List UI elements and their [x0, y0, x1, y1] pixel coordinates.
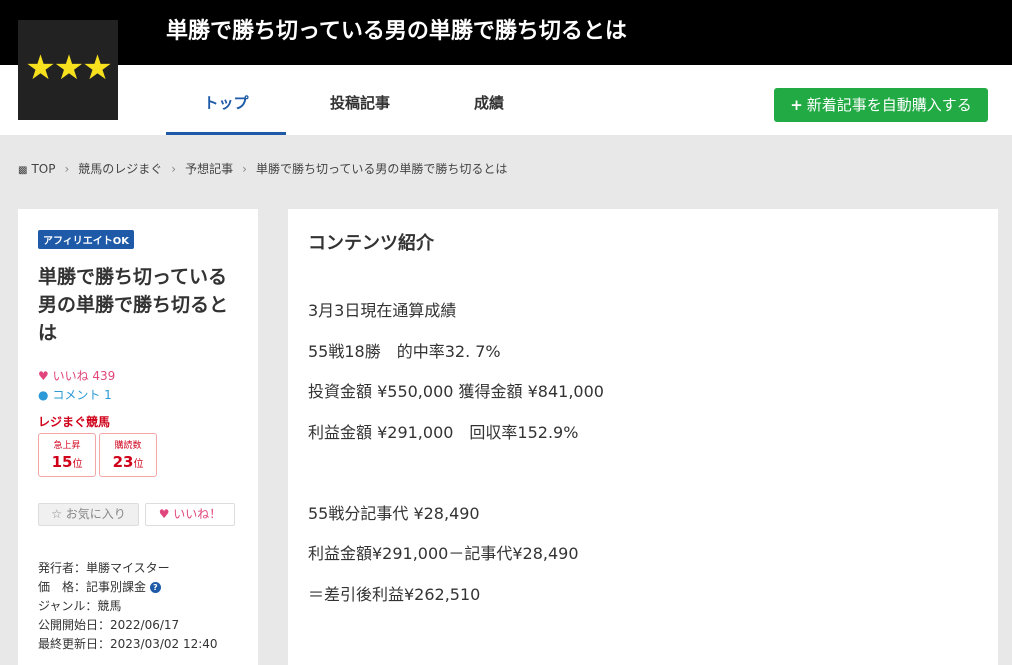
content-heading: コンテンツ紹介	[308, 233, 434, 254]
content-line: 利益金額 ¥291,000 回収率152.9%	[308, 422, 579, 442]
favorite-button[interactable]: ☆ お気に入り	[38, 503, 139, 526]
comments-count[interactable]: ● コメント 1	[38, 386, 238, 405]
affiliate-badge: アフィリエイトOK	[38, 230, 135, 249]
content-panel: コンテンツ紹介 3月3日現在通算成績 55戦18勝 的中率32. 7% 投資金額…	[288, 209, 998, 665]
comment-icon: ●	[38, 388, 49, 402]
rank-value: 23位	[112, 453, 144, 471]
star-logo-icon: ★★★	[25, 48, 112, 88]
rank-rising[interactable]: 急上昇 15位	[38, 433, 96, 477]
action-buttons: ☆ お気に入り ♥ いいね！	[38, 503, 238, 527]
like-button[interactable]: ♥ いいね！	[145, 503, 235, 526]
breadcrumb-separator: ›	[171, 162, 177, 176]
rank-boxes: 急上昇 15位 購読数 23位	[38, 433, 238, 479]
breadcrumb-separator: ›	[242, 162, 247, 176]
star-outline-icon: ☆	[51, 507, 62, 521]
content-blank-line	[308, 463, 978, 504]
meta-publisher: 発行者：単勝マイスター	[38, 561, 170, 575]
auto-purchase-button[interactable]: + 新着記事を自動購入する	[774, 88, 988, 122]
breadcrumb-separator: ›	[64, 162, 70, 176]
top-header-bar: 単勝で勝ち切っている男の単勝で勝ち切るとは	[0, 0, 1012, 65]
site-title[interactable]: 単勝で勝ち切っている男の単勝で勝ち切るとは	[166, 17, 627, 47]
tab-results[interactable]: 成績	[429, 65, 549, 135]
auto-purchase-label: 新着記事を自動購入する	[806, 96, 972, 114]
breadcrumb-articles[interactable]: 予想記事	[185, 160, 233, 178]
category-label: レジまぐ競馬	[38, 415, 111, 429]
heart-icon: ♥	[38, 369, 49, 383]
content-body: 3月3日現在通算成績 55戦18勝 的中率32. 7% 投資金額 ¥550,00…	[308, 301, 978, 625]
rank-subscribers[interactable]: 購読数 23位	[99, 433, 157, 477]
magazine-title: 単勝で勝ち切っている男の単勝で勝ち切るとは	[38, 266, 229, 344]
content-line: 55戦分記事代 ¥28,490	[308, 503, 480, 523]
content-line: 3月3日現在通算成績	[308, 301, 457, 320]
meta-updated: 最終更新日：2023/03/02 12:40	[38, 637, 218, 651]
heart-icon: ♥	[158, 507, 170, 521]
nav-bar: トップ 投稿記事 成績 + 新着記事を自動購入する	[0, 65, 1012, 135]
likes-label: いいね 439	[52, 369, 116, 383]
rank-label: 急上昇	[53, 441, 81, 451]
plus-icon: +	[790, 96, 803, 114]
tab-top[interactable]: トップ	[166, 65, 286, 135]
meta-genre: ジャンル：競馬	[38, 599, 122, 613]
likes-count: ♥ いいね 439	[38, 367, 238, 386]
breadcrumb-regimag[interactable]: 競馬のレジまぐ	[78, 160, 162, 178]
meta-price: 価 格：記事別課金 ?	[38, 578, 238, 597]
tab-posts[interactable]: 投稿記事	[300, 65, 420, 135]
comments-label: コメント 1	[52, 388, 112, 402]
rank-value: 15位	[51, 453, 83, 471]
content-line: 利益金額¥291,000－記事代¥28,490	[308, 544, 579, 563]
content-line: ＝差引後利益¥262,510	[308, 584, 481, 604]
content-line: 55戦18勝 的中率32. 7%	[308, 341, 501, 361]
meta-start-date: 公開開始日：2022/06/17	[38, 618, 180, 632]
rank-label: 購読数	[114, 441, 142, 451]
breadcrumb-current: 単勝で勝ち切っている男の単勝で勝ち切るとは	[255, 162, 508, 176]
cube-icon: ▩	[18, 165, 28, 176]
channel-logo[interactable]: ★★★	[18, 20, 118, 120]
breadcrumb: ▩ TOP › 競馬のレジまぐ › 予想記事 › 単勝で勝ち切っている男の単勝で勝ち切るとは	[18, 160, 507, 178]
magazine-meta: 発行者：単勝マイスター 価 格：記事別課金 ? ジャンル：競馬 公開開始日：20…	[38, 559, 238, 654]
breadcrumb-top[interactable]: TOP	[31, 160, 55, 178]
sidebar-panel: アフィリエイトOK 単勝で勝ち切っている男の単勝で勝ち切るとは ♥ いいね 43…	[18, 209, 258, 665]
help-icon[interactable]: ?	[149, 582, 161, 593]
content-line: 投資金額 ¥550,000 獲得金額 ¥841,000	[308, 382, 604, 401]
